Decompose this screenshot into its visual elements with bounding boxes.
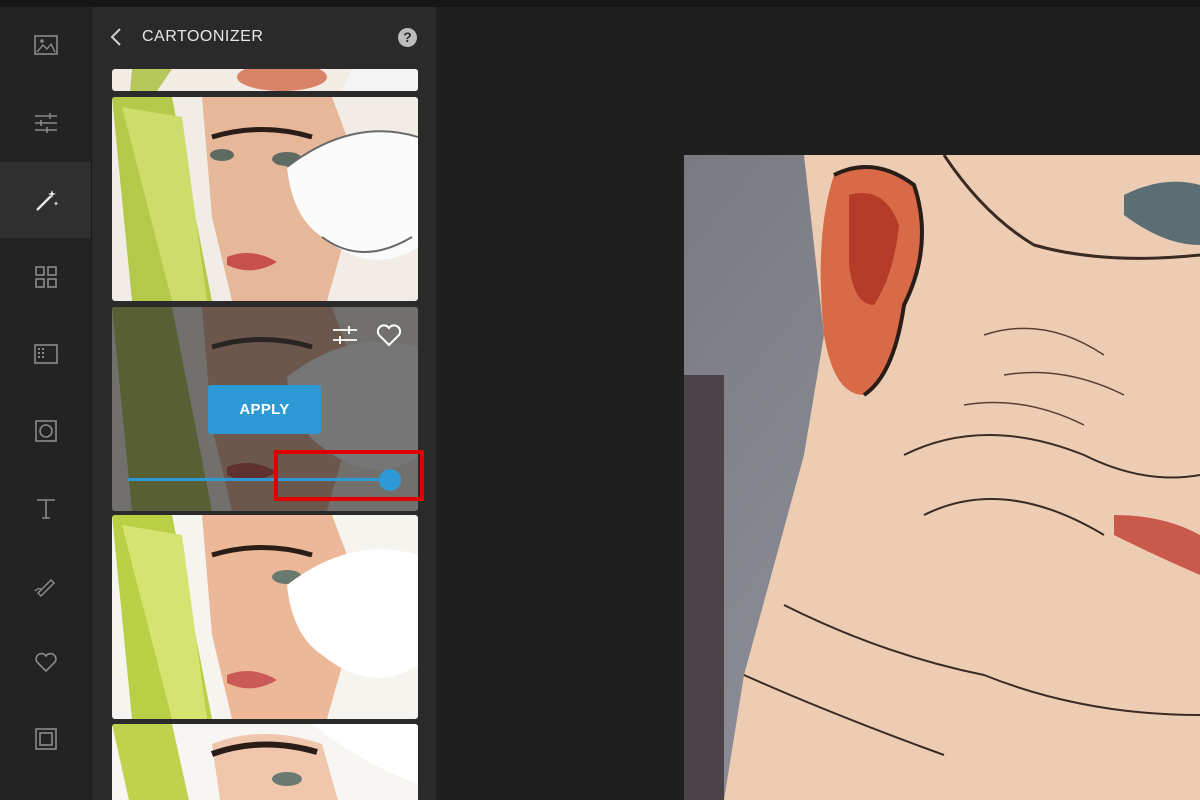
effect-thumbnail[interactable] [112, 515, 418, 719]
rail-item-favorites[interactable] [0, 624, 91, 700]
rail-item-border[interactable] [0, 701, 91, 777]
grid-icon [34, 266, 57, 288]
draw-icon [34, 578, 55, 598]
effect-thumbnail[interactable] [112, 724, 418, 800]
magic-wand-icon [35, 190, 58, 211]
rail-item-image[interactable] [0, 7, 91, 83]
top-bar [0, 0, 1200, 7]
effect-thumbnail[interactable] [112, 97, 418, 301]
slider-highlight-box [274, 450, 424, 501]
rail-item-grid[interactable] [0, 239, 91, 315]
thumbnail-actions [332, 323, 402, 347]
effect-thumbnail[interactable] [112, 69, 418, 91]
apply-button[interactable]: APPLY [208, 385, 321, 434]
rail-item-effects[interactable] [0, 162, 91, 238]
heart-icon [34, 652, 57, 673]
adjust-sliders-icon [34, 113, 57, 133]
rail-item-adjust[interactable] [0, 85, 91, 161]
rail-item-text[interactable] [0, 470, 91, 546]
border-icon [34, 728, 57, 750]
panel-header: CARTOONIZER ? [92, 7, 436, 69]
back-arrow-icon[interactable] [108, 27, 124, 47]
panel-title: CARTOONIZER [142, 28, 264, 45]
help-icon[interactable]: ? [398, 28, 417, 47]
effects-panel: CARTOONIZER ? APPLY [92, 7, 436, 800]
rail-item-texture[interactable] [0, 316, 91, 392]
favorite-heart-icon[interactable] [376, 323, 402, 347]
canvas-image [684, 155, 1200, 800]
image-icon [33, 35, 58, 55]
tool-rail [0, 7, 92, 800]
settings-sliders-icon[interactable] [332, 323, 358, 347]
rail-item-draw[interactable] [0, 547, 91, 623]
frame-circle-icon [34, 420, 57, 442]
texture-icon [33, 344, 58, 364]
text-icon [36, 499, 55, 519]
rail-item-frames[interactable] [0, 393, 91, 469]
